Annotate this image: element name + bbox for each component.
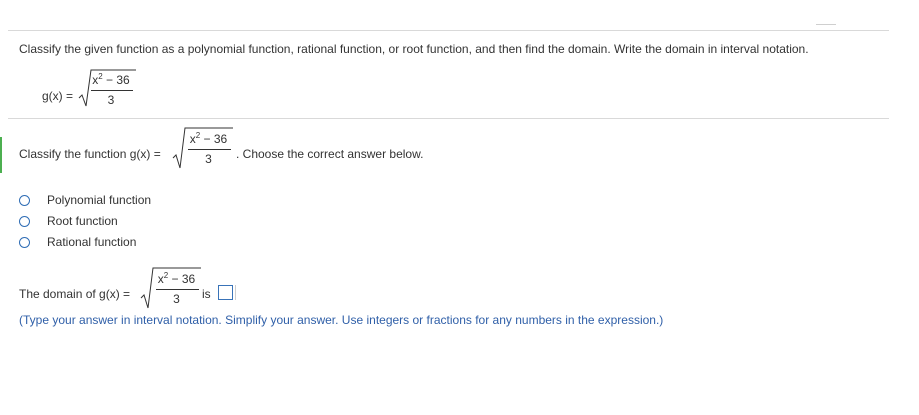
active-question-marker xyxy=(0,137,2,173)
part2-denominator: 3 xyxy=(173,292,180,306)
part2-prompt-suffix: is xyxy=(202,287,211,301)
top-tab-indicator xyxy=(816,24,836,25)
denominator: 3 xyxy=(107,93,115,107)
top-divider xyxy=(8,30,889,31)
question-instruction: Classify the given function as a polynom… xyxy=(19,42,809,56)
part2-numerator-rest: − 36 xyxy=(168,272,196,286)
radio-root[interactable] xyxy=(19,215,30,227)
answer-hint: (Type your answer in interval notation. … xyxy=(19,313,664,327)
option-root-label: Root function xyxy=(47,214,118,228)
domain-answer-input[interactable] xyxy=(218,285,233,300)
function-lhs: g(x) = xyxy=(42,89,74,103)
part2-fraction: x2 − 36 3 xyxy=(154,271,199,309)
numerator-rest: − 36 xyxy=(102,73,130,87)
option-polynomial-label: Polynomial function xyxy=(47,193,152,207)
part2-prompt-prefix: The domain of g(x) = xyxy=(19,287,131,301)
part1-fraction: x2 − 36 3 xyxy=(186,131,231,169)
numerator-exponent: 2 xyxy=(98,72,103,81)
function-fraction: x2 − 36 3 xyxy=(89,72,133,110)
middle-divider xyxy=(8,118,889,119)
option-rational[interactable]: Rational function xyxy=(19,234,136,250)
part1-numerator-rest: − 36 xyxy=(200,132,228,146)
option-polynomial[interactable]: Polynomial function xyxy=(19,192,151,208)
option-root[interactable]: Root function xyxy=(19,213,118,229)
part1-numerator-exponent: 2 xyxy=(195,131,201,140)
part1-prompt-prefix: Classify the function g(x) = xyxy=(19,147,161,161)
part2-numerator-base: x xyxy=(157,272,164,286)
option-rational-label: Rational function xyxy=(47,235,137,249)
part1-numerator-base: x xyxy=(189,132,196,146)
radio-polynomial[interactable] xyxy=(19,194,30,206)
answer-box-edge xyxy=(235,285,236,300)
part1-prompt-suffix: . Choose the correct answer below. xyxy=(236,147,424,161)
radio-rational[interactable] xyxy=(19,236,30,248)
part1-denominator: 3 xyxy=(205,152,212,166)
part2-numerator-exponent: 2 xyxy=(163,271,169,280)
